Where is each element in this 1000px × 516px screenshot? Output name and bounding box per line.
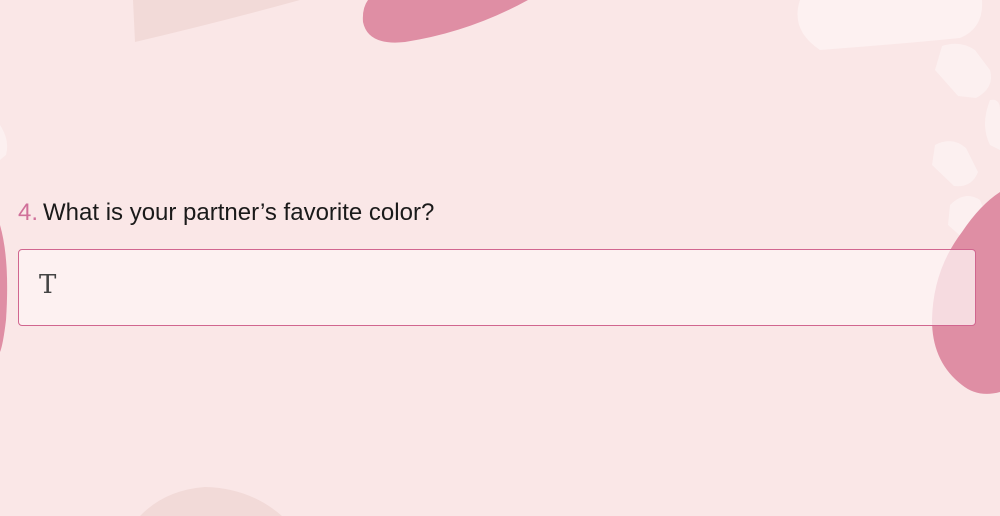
pink-sliver-left (0, 225, 8, 352)
white-square-3 (932, 141, 978, 187)
answer-text-field[interactable]: T (18, 249, 976, 326)
pink-blob-top (362, 0, 528, 43)
question-text: What is your partner’s favorite color? (43, 199, 435, 226)
beige-shape-bottom (140, 487, 282, 516)
beige-shape-top (133, 0, 300, 42)
question-number: 4. (18, 199, 39, 226)
white-fleck-left (0, 125, 8, 160)
white-square-1 (935, 43, 992, 98)
text-type-icon: T (39, 270, 57, 300)
white-square-2 (985, 99, 1000, 150)
white-brush-top-right (797, 0, 983, 50)
question-label: 4. What is your partner’s favorite color… (18, 198, 434, 228)
